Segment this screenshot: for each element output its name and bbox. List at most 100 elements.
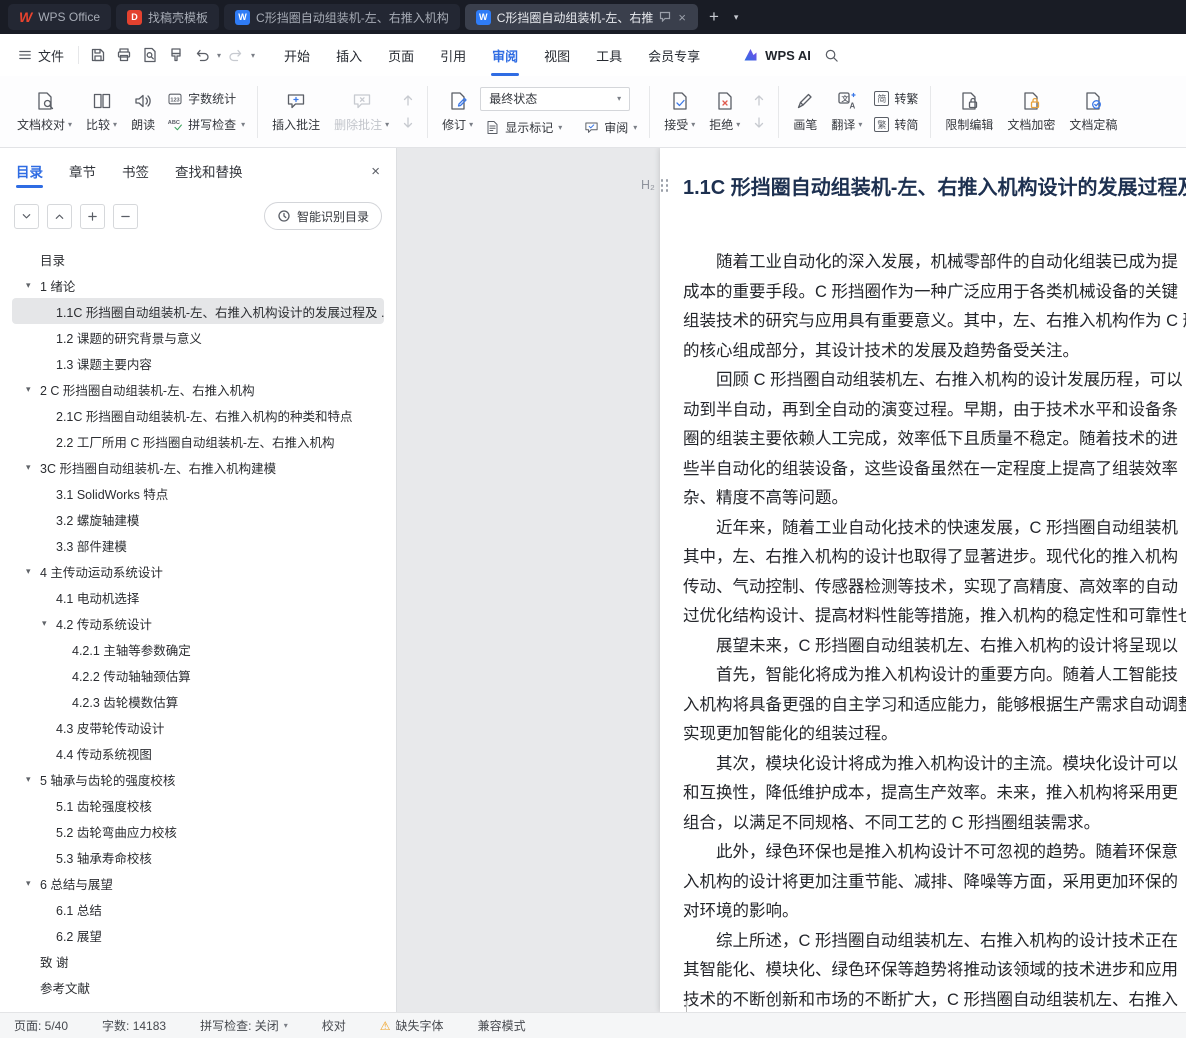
collapse-all-button[interactable] (14, 203, 39, 229)
smart-recognize-catalog-button[interactable]: 智能识别目录 (263, 202, 382, 230)
chevron-down-icon[interactable]: ▾ (26, 384, 40, 395)
accept-button[interactable]: 接受 ▾ (657, 86, 702, 138)
reject-button[interactable]: 拒绝 ▾ (702, 86, 747, 138)
menu-tab-reference[interactable]: 引用 (427, 34, 479, 76)
redo-button[interactable] (223, 42, 249, 68)
pane-tab-catalog[interactable]: 目录 (16, 148, 43, 194)
toc-item[interactable]: 1.2 课题的研究背景与意义 (12, 324, 384, 350)
toc-item[interactable]: ▾ 4.2 传动系统设计 (12, 610, 384, 636)
toc-item[interactable]: 6.2 展望 (12, 922, 384, 948)
toc-item[interactable]: ▾ 1 绪论 (12, 272, 384, 298)
to-simplified-button[interactable]: 繁 转简 (869, 115, 923, 134)
app-tab-wps-office[interactable]: W WPS Office (8, 4, 112, 30)
new-tab-button[interactable]: + (703, 7, 725, 27)
toc-item[interactable]: ▾ 5 轴承与齿轮的强度校核 (12, 766, 384, 792)
tab-list-chevron-icon[interactable]: ▾ (730, 12, 743, 23)
encrypt-button[interactable]: 文档加密 (1000, 86, 1062, 138)
translate-button[interactable]: 文A 翻译 ▾ (824, 86, 869, 138)
toc-item[interactable]: 6.1 总结 (12, 896, 384, 922)
chevron-down-icon[interactable]: ▾ (26, 462, 40, 473)
doc-proof-button[interactable]: 文档校对 ▾ (10, 86, 79, 138)
toc-item[interactable]: 参考文献 (12, 974, 384, 1000)
page-indicator[interactable]: 页面: 5/40 (14, 1017, 68, 1034)
prev-comment-button[interactable] (396, 92, 420, 108)
menu-tab-start[interactable]: 开始 (271, 34, 323, 76)
toc-item[interactable]: 4.2.1 主轴等参数确定 (12, 636, 384, 662)
toc-item[interactable]: 4.3 皮带轮传动设计 (12, 714, 384, 740)
toc-item[interactable]: 2.2 工厂所用 C 形挡圈自动组装机-左、右推入机构 (12, 428, 384, 454)
chevron-down-icon[interactable]: ▾ (26, 774, 40, 785)
undo-chevron-icon[interactable]: ▾ (215, 51, 223, 60)
menu-tab-member[interactable]: 会员专享 (635, 34, 713, 76)
markup-state-select[interactable]: 最终状态 ▾ (480, 86, 631, 111)
wps-ai-button[interactable]: WPS AI (743, 47, 811, 63)
menu-tab-review[interactable]: 审阅 (479, 34, 531, 76)
toc-item[interactable]: ▾ 4 主传动运动系统设计 (12, 558, 384, 584)
toc-item[interactable]: 目录 (12, 246, 384, 272)
toc-item[interactable]: 5.1 齿轮强度校核 (12, 792, 384, 818)
save-button[interactable] (85, 42, 111, 68)
toc-item[interactable]: 3.2 螺旋轴建模 (12, 506, 384, 532)
toc-item[interactable]: ▾ 6 总结与展望 (12, 870, 384, 896)
toc-item[interactable]: 3.3 部件建模 (12, 532, 384, 558)
prev-change-button[interactable] (747, 92, 771, 108)
file-menu-button[interactable]: 文件 (10, 46, 72, 65)
menu-tab-insert[interactable]: 插入 (323, 34, 375, 76)
review-button[interactable]: 审阅 ▾ (579, 118, 642, 137)
toc-item[interactable]: 3.1 SolidWorks 特点 (12, 480, 384, 506)
toc-item[interactable]: 4.2.3 齿轮模数估算 (12, 688, 384, 714)
next-change-button[interactable] (747, 115, 771, 131)
read-aloud-button[interactable]: 朗读 (124, 86, 162, 138)
close-pane-icon[interactable]: × (371, 163, 380, 180)
proofread-button[interactable]: 校对 (322, 1017, 346, 1034)
close-tab-icon[interactable]: × (677, 10, 687, 25)
menu-tab-view[interactable]: 视图 (531, 34, 583, 76)
heading-level-marker[interactable]: H₂ (641, 178, 669, 192)
word-count-button[interactable]: 123 字数统计 (162, 89, 250, 108)
print-preview-button[interactable] (137, 42, 163, 68)
toc-item[interactable]: 2.1C 形挡圈自动组装机-左、右推入机构的种类和特点 (12, 402, 384, 428)
spellcheck-indicator[interactable]: 拼写检查: 关闭 ▾ (200, 1017, 288, 1034)
to-traditional-button[interactable]: 简 转繁 (869, 89, 923, 108)
chevron-down-icon[interactable]: ▾ (26, 280, 40, 291)
chevron-down-icon[interactable]: ▾ (26, 878, 40, 889)
toc-item[interactable]: ▾ 3C 形挡圈自动组装机-左、右推入机构建模 (12, 454, 384, 480)
missing-font-warning[interactable]: ⚠ 缺失字体 (380, 1017, 444, 1034)
toc-item[interactable]: 5.3 轴承寿命校核 (12, 844, 384, 870)
search-button[interactable] (819, 42, 845, 68)
undo-button[interactable] (189, 42, 215, 68)
document-canvas[interactable]: H₂ 1.1C 形挡圈自动组装机-左、右推入机构设计的发展过程及 随着工业自动化… (397, 148, 1186, 1012)
pen-button[interactable]: 画笔 (786, 86, 824, 138)
next-comment-button[interactable] (396, 115, 420, 131)
toc-item[interactable]: 致 谢 (12, 948, 384, 974)
toc-item[interactable]: ▾ 2 C 形挡圈自动组装机-左、右推入机构 (12, 376, 384, 402)
redo-chevron-icon[interactable]: ▾ (249, 51, 257, 60)
show-markup-button[interactable]: 显示标记 ▾ (480, 118, 567, 137)
expand-all-button[interactable] (47, 203, 72, 229)
tab-docer-template[interactable]: D 找稿壳模板 (116, 4, 220, 30)
spell-check-button[interactable]: ABC 拼写检查 ▾ (162, 115, 250, 134)
document-page[interactable]: 1.1C 形挡圈自动组装机-左、右推入机构设计的发展过程及 随着工业自动化的深入… (660, 148, 1186, 1012)
insert-comment-button[interactable]: 插入批注 (265, 86, 327, 138)
toc-item[interactable]: 1.3 课题主要内容 (12, 350, 384, 376)
chevron-down-icon[interactable]: ▾ (26, 566, 40, 577)
toc-item[interactable]: 5.2 齿轮弯曲应力校核 (12, 818, 384, 844)
toc-item[interactable]: 4.2.2 传动轴轴颈估算 (12, 662, 384, 688)
chevron-down-icon[interactable]: ▾ (42, 618, 56, 629)
tab-document-2-active[interactable]: W C形挡圈自动组装机-左、右推 × (464, 4, 698, 30)
zoom-out-button[interactable] (113, 203, 138, 229)
toc-item[interactable]: 1.1C 形挡圈自动组装机-左、右推入机构设计的发展过程及 ... (12, 298, 384, 324)
compare-button[interactable]: 比较 ▾ (79, 86, 124, 138)
menu-tab-tools[interactable]: 工具 (583, 34, 635, 76)
menu-tab-page[interactable]: 页面 (375, 34, 427, 76)
toc-item[interactable]: 4.1 电动机选择 (12, 584, 384, 610)
track-changes-button[interactable]: 修订 ▾ (435, 86, 480, 138)
word-count-indicator[interactable]: 字数: 14183 (102, 1017, 166, 1034)
drag-handle-icon[interactable] (660, 178, 669, 192)
restrict-edit-button[interactable]: 限制编辑 (938, 86, 1000, 138)
finalize-button[interactable]: 文档定稿 (1062, 86, 1124, 138)
tab-document-1[interactable]: W C形挡圈自动组装机-左、右推入机构 (224, 4, 460, 30)
pane-tab-chapter[interactable]: 章节 (69, 148, 96, 194)
format-painter-button[interactable] (163, 42, 189, 68)
pane-tab-bookmark[interactable]: 书签 (122, 148, 149, 194)
